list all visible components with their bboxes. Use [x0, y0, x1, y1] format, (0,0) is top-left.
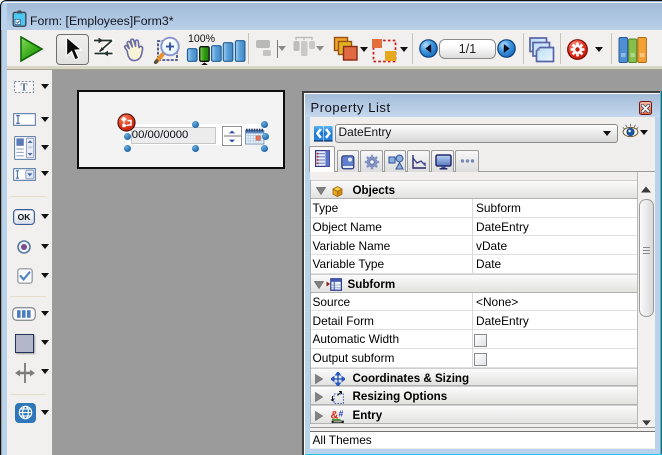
svg-text:T: T	[20, 83, 27, 93]
svg-text:#: #	[338, 409, 343, 419]
